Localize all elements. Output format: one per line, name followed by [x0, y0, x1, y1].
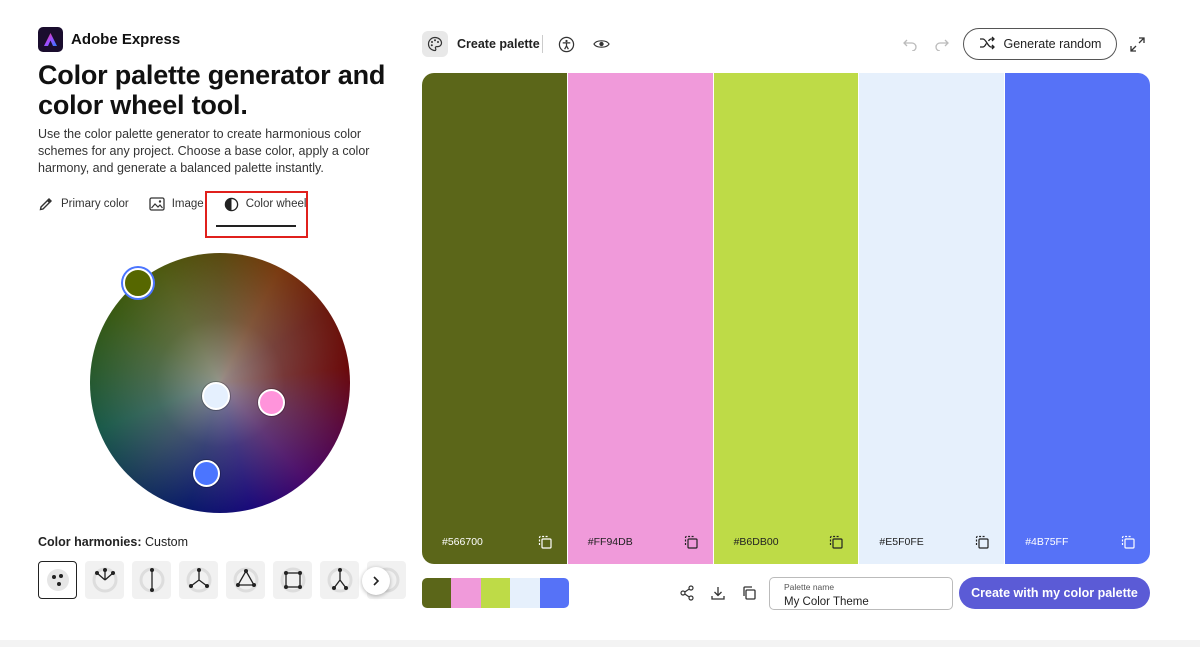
harmony-options: [38, 561, 406, 599]
page-title: Color palette generator and color wheel …: [38, 60, 386, 120]
create-palette-button[interactable]: Create palette: [422, 31, 540, 57]
generate-random-button[interactable]: Generate random: [963, 28, 1117, 60]
harmony-custom-button[interactable]: [38, 561, 77, 599]
swatch-hex: #566700: [442, 536, 483, 548]
swatch-hex: #FF94DB: [587, 536, 633, 548]
harmony-complementary-button[interactable]: [132, 561, 171, 599]
page-description: Use the color palette generator to creat…: [38, 127, 370, 175]
harmony-triad-icon: [233, 567, 258, 593]
harmony-triad-button[interactable]: [226, 561, 265, 599]
swatch[interactable]: #FF94DB: [567, 73, 714, 564]
tab-image[interactable]: Image: [149, 197, 204, 211]
tab-label: Primary color: [61, 198, 129, 210]
tab-primary-color[interactable]: Primary color: [38, 196, 129, 212]
footer-band: [0, 640, 1200, 647]
eyedropper-icon: [38, 196, 54, 212]
palette-name-label: Palette name: [784, 582, 835, 592]
harmony-label-title: Color harmonies:: [38, 535, 142, 549]
generate-random-label: Generate random: [1003, 37, 1102, 51]
harmony-square-icon: [280, 567, 305, 593]
chevron-right-icon: [373, 576, 380, 586]
harmony-split-complementary-icon: [186, 567, 211, 593]
swatch-hex: #4B75FF: [1025, 536, 1069, 548]
mini-palette-preview: [422, 578, 569, 608]
harmony-compound-icon: [327, 567, 352, 593]
mini-swatch: [510, 578, 540, 608]
harmony-analogous-button[interactable]: [85, 561, 124, 599]
tab-label: Image: [171, 198, 204, 210]
harmony-custom-icon: [46, 569, 69, 591]
palette-name-input[interactable]: [784, 596, 938, 608]
harmony-square-button[interactable]: [273, 561, 312, 599]
copy-icon[interactable]: [828, 534, 844, 550]
adobe-express-logo: [38, 27, 63, 52]
wheel-handle[interactable]: [202, 382, 230, 410]
create-palette-label: Create palette: [457, 37, 540, 51]
redo-icon[interactable]: [932, 34, 952, 54]
wheel-handle[interactable]: [193, 460, 220, 487]
shuffle-icon: [979, 36, 996, 53]
swatch[interactable]: #566700: [422, 73, 568, 564]
swatch[interactable]: #B6DB00: [713, 73, 860, 564]
mini-swatch: [539, 578, 569, 608]
harmony-split-complementary-button[interactable]: [179, 561, 218, 599]
eye-icon[interactable]: [591, 34, 611, 54]
mini-swatch: [451, 578, 481, 608]
undo-icon[interactable]: [900, 34, 920, 54]
mini-swatch: [422, 578, 452, 608]
wheel-handle-base[interactable]: [123, 268, 153, 298]
share-icon[interactable]: [678, 584, 696, 602]
mini-swatch: [480, 578, 511, 608]
download-icon[interactable]: [709, 584, 727, 602]
swatch-hex: #B6DB00: [733, 536, 779, 548]
swatch[interactable]: #4B75FF: [1005, 73, 1150, 564]
expand-icon[interactable]: [1127, 34, 1147, 54]
harmony-complementary-icon: [139, 567, 164, 593]
copy-icon[interactable]: [537, 534, 553, 550]
copy-icon[interactable]: [683, 534, 699, 550]
create-with-palette-button[interactable]: Create with my color palette: [959, 577, 1150, 609]
accessibility-icon[interactable]: [556, 34, 576, 54]
swatch[interactable]: #E5F0FE: [859, 73, 1006, 564]
active-tab-indicator: [216, 225, 296, 227]
brand-name: Adobe Express: [71, 31, 181, 48]
palette-swatches: #566700 #FF94DB #B6DB00 #E5F0FE #4B75FF: [422, 73, 1150, 564]
tab-highlight-box: [205, 191, 308, 238]
image-icon: [149, 197, 165, 211]
harmony-analogous-icon: [92, 567, 117, 593]
harmony-current: Custom: [144, 535, 189, 549]
harmony-next-button[interactable]: [362, 567, 390, 595]
swatch-hex: #E5F0FE: [879, 536, 924, 548]
copy-icon[interactable]: [1120, 534, 1136, 550]
duplicate-icon[interactable]: [740, 584, 758, 602]
brand[interactable]: Adobe Express: [38, 27, 180, 52]
copy-icon[interactable]: [974, 534, 990, 550]
palette-icon: [422, 31, 448, 57]
harmony-label: Color harmonies: Custom: [38, 535, 188, 549]
toolbar-divider: [542, 35, 543, 53]
wheel-handle[interactable]: [258, 389, 285, 416]
harmony-compound-button[interactable]: [320, 561, 359, 599]
palette-name-field[interactable]: Palette name: [769, 577, 953, 610]
